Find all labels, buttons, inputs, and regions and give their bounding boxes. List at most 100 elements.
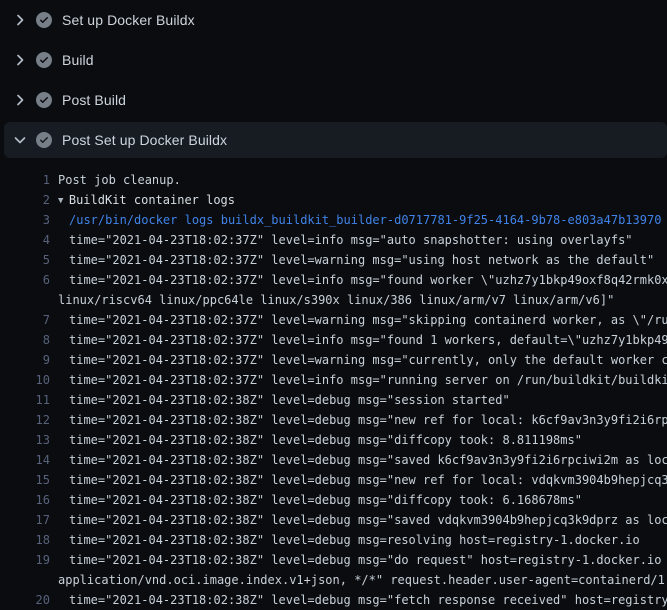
log-row: 5 time="2021-04-23T18:02:37Z" level=warni… <box>0 250 667 270</box>
log-text: time="2021-04-23T18:02:37Z" level=info m… <box>50 330 667 350</box>
log-row-continuation: linux/riscv64 linux/ppc64le linux/s390x … <box>0 290 667 310</box>
log-line-number[interactable]: 16 <box>0 490 50 510</box>
log-line-number[interactable]: 18 <box>0 530 50 550</box>
log-text-content: BuildKit container logs <box>69 193 235 207</box>
log-text-content: application/vnd.oci.image.index.v1+json,… <box>58 573 667 587</box>
log-text-content: time="2021-04-23T18:02:38Z" level=debug … <box>69 533 640 547</box>
log-text-content: time="2021-04-23T18:02:38Z" level=debug … <box>69 453 667 467</box>
log-row: 8 time="2021-04-23T18:02:37Z" level=info … <box>0 330 667 350</box>
chevron-down-icon[interactable] <box>12 132 28 148</box>
step-title: Post Set up Docker Buildx <box>62 132 227 148</box>
check-circle-icon <box>36 132 52 148</box>
log-text: time="2021-04-23T18:02:38Z" level=debug … <box>50 590 667 610</box>
log-line-number[interactable]: 20 <box>0 590 50 610</box>
step-title: Set up Docker Buildx <box>62 12 195 28</box>
log-text-content: time="2021-04-23T18:02:38Z" level=debug … <box>69 513 667 527</box>
log-text-content: Post job cleanup. <box>58 173 181 187</box>
log-line-number[interactable]: 1 <box>0 170 50 190</box>
step-title: Post Build <box>62 92 126 108</box>
log-row: 10time="2021-04-23T18:02:37Z" level=info… <box>0 370 667 390</box>
group-expanded-triangle-icon[interactable]: ▼ <box>58 196 69 206</box>
log-text-content: linux/riscv64 linux/ppc64le linux/s390x … <box>58 293 614 307</box>
log-line-number[interactable]: 9 <box>0 350 50 370</box>
log-text: Post job cleanup. <box>50 170 181 190</box>
log-command-text: /usr/bin/docker logs buildx_buildkit_bui… <box>50 210 661 230</box>
step-row-post-set-up-docker-buildx[interactable]: Post Set up Docker Buildx <box>4 122 667 158</box>
log-row: 7time="2021-04-23T18:02:37Z" level=warni… <box>0 310 667 330</box>
log-text: time="2021-04-23T18:02:38Z" level=debug … <box>50 430 582 450</box>
log-text: time="2021-04-23T18:02:37Z" level=warnin… <box>50 350 667 370</box>
log-text-content: time="2021-04-23T18:02:38Z" level=debug … <box>69 433 582 447</box>
log-text: time="2021-04-23T18:02:38Z" level=debug … <box>50 410 667 430</box>
log-row: 4time="2021-04-23T18:02:37Z" level=info … <box>0 230 667 250</box>
log-text: application/vnd.oci.image.index.v1+json,… <box>50 570 667 590</box>
log-line-number[interactable]: 3 <box>0 210 50 230</box>
log-row: 9 time="2021-04-23T18:02:37Z" level=warni… <box>0 350 667 370</box>
log-text-content: time="2021-04-23T18:02:38Z" level=debug … <box>69 473 667 487</box>
log-row: 13 time="2021-04-23T18:02:38Z" level=debu… <box>0 430 667 450</box>
log-row-continuation: application/vnd.oci.image.index.v1+json,… <box>0 570 667 590</box>
log-line-number[interactable]: 12 <box>0 410 50 430</box>
log-row: 17 time="2021-04-23T18:02:38Z" level=debu… <box>0 510 667 530</box>
step-row-set-up-docker-buildx[interactable]: Set up Docker Buildx <box>0 0 667 40</box>
step-title: Build <box>62 52 94 68</box>
log-line-number[interactable]: 2 <box>0 190 50 210</box>
log-line-number[interactable]: 17 <box>0 510 50 530</box>
log-text-content: time="2021-04-23T18:02:38Z" level=debug … <box>69 493 582 507</box>
log-line-number[interactable]: 10 <box>0 370 50 390</box>
log-text: time="2021-04-23T18:02:37Z" level=info m… <box>50 270 667 290</box>
chevron-right-icon[interactable] <box>12 92 28 108</box>
chevron-right-icon[interactable] <box>12 52 28 68</box>
check-circle-icon <box>36 12 52 28</box>
log-line-number[interactable]: 5 <box>0 250 50 270</box>
log-line-number[interactable]: 13 <box>0 430 50 450</box>
log-row: 2▼ BuildKit container logs <box>0 190 667 210</box>
log-line-number[interactable]: 15 <box>0 470 50 490</box>
log-text-content: time="2021-04-23T18:02:38Z" level=debug … <box>69 593 667 607</box>
log-text: time="2021-04-23T18:02:37Z" level=info m… <box>50 230 633 250</box>
log-line-number[interactable]: 11 <box>0 390 50 410</box>
step-row-build[interactable]: Build <box>0 40 667 80</box>
log-row: 12 time="2021-04-23T18:02:38Z" level=debu… <box>0 410 667 430</box>
log-line-number <box>0 570 50 590</box>
log-row: 11 time="2021-04-23T18:02:38Z" level=debu… <box>0 390 667 410</box>
log-row: 16 time="2021-04-23T18:02:38Z" level=debu… <box>0 490 667 510</box>
log-row: 19time="2021-04-23T18:02:38Z" level=debu… <box>0 550 667 570</box>
log-text: time="2021-04-23T18:02:38Z" level=debug … <box>50 390 510 410</box>
step-row-post-build[interactable]: Post Build <box>0 80 667 120</box>
log-text: time="2021-04-23T18:02:37Z" level=warnin… <box>50 250 654 270</box>
log-line-number[interactable]: 19 <box>0 550 50 570</box>
log-text: time="2021-04-23T18:02:38Z" level=debug … <box>50 450 667 470</box>
log-text-content: time="2021-04-23T18:02:37Z" level=info m… <box>69 273 667 287</box>
log-group-label[interactable]: ▼ BuildKit container logs <box>50 190 235 210</box>
log-row: 14 time="2021-04-23T18:02:38Z" level=debu… <box>0 450 667 470</box>
log-text-content: time="2021-04-23T18:02:37Z" level=warnin… <box>69 353 667 367</box>
log-row: 3/usr/bin/docker logs buildx_buildkit_bu… <box>0 210 667 230</box>
check-circle-icon <box>36 52 52 68</box>
log-text: time="2021-04-23T18:02:38Z" level=debug … <box>50 490 582 510</box>
chevron-right-icon[interactable] <box>12 12 28 28</box>
log-text: time="2021-04-23T18:02:37Z" level=info m… <box>50 370 667 390</box>
log-text: linux/riscv64 linux/ppc64le linux/s390x … <box>50 290 614 310</box>
job-steps-list: Set up Docker Buildx Build Post Build Po… <box>0 0 667 158</box>
log-line-number[interactable]: 14 <box>0 450 50 470</box>
log-line-number[interactable]: 4 <box>0 230 50 250</box>
log-line-number <box>0 290 50 310</box>
log-row: 6 time="2021-04-23T18:02:37Z" level=info … <box>0 270 667 290</box>
log-row: 20 time="2021-04-23T18:02:38Z" level=debu… <box>0 590 667 610</box>
log-text-content: time="2021-04-23T18:02:38Z" level=debug … <box>69 393 510 407</box>
log-line-number[interactable]: 8 <box>0 330 50 350</box>
log-line-number[interactable]: 6 <box>0 270 50 290</box>
log-text-content: time="2021-04-23T18:02:38Z" level=debug … <box>69 413 667 427</box>
log-row: 15 time="2021-04-23T18:02:38Z" level=debu… <box>0 470 667 490</box>
log-text: time="2021-04-23T18:02:38Z" level=debug … <box>50 550 667 570</box>
log-text: time="2021-04-23T18:02:38Z" level=debug … <box>50 470 667 490</box>
log-text-content: time="2021-04-23T18:02:37Z" level=info m… <box>69 333 667 347</box>
log-row: 1 Post job cleanup. <box>0 170 667 190</box>
log-text: time="2021-04-23T18:02:38Z" level=debug … <box>50 510 667 530</box>
log-lines: 1Post job cleanup.2▼ BuildKit container … <box>0 160 667 610</box>
log-text: time="2021-04-23T18:02:37Z" level=warnin… <box>50 310 667 330</box>
log-text: time="2021-04-23T18:02:38Z" level=debug … <box>50 530 640 550</box>
log-line-number[interactable]: 7 <box>0 310 50 330</box>
log-text-content: time="2021-04-23T18:02:37Z" level=warnin… <box>69 253 654 267</box>
